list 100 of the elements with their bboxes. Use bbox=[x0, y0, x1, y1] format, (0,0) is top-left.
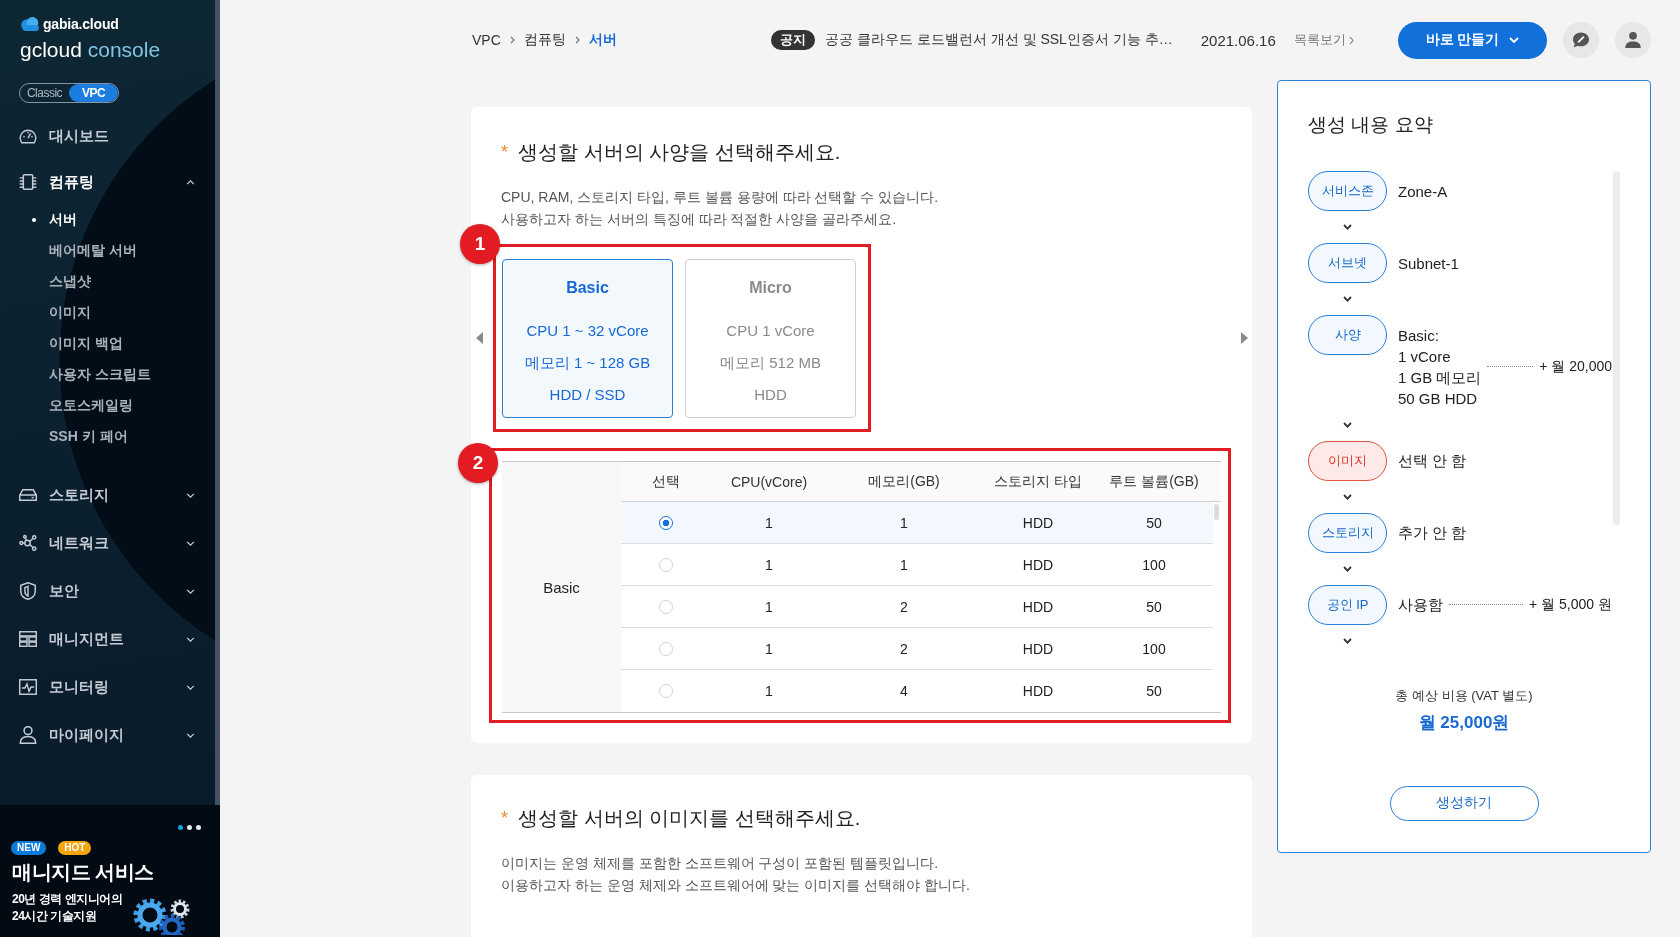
gauge-icon bbox=[19, 127, 37, 145]
table-cell-text: 2 bbox=[899, 640, 909, 657]
table-cell: Basic bbox=[502, 462, 621, 712]
chip-icon bbox=[19, 173, 37, 191]
step-value: 선택 안 함 bbox=[1398, 451, 1467, 471]
table-cell-text: 50 bbox=[1145, 598, 1163, 615]
sidebar-subitem[interactable]: 오토스케일링 bbox=[0, 390, 215, 421]
step-label[interactable]: 서비스존 bbox=[1308, 171, 1387, 211]
table-cell-text: 50 bbox=[1145, 514, 1163, 531]
server-rack-icon bbox=[19, 630, 37, 648]
total-cost-label: 총 예상 비용 (VAT 별도) bbox=[1395, 686, 1533, 705]
carousel-dot-icon[interactable] bbox=[178, 825, 183, 830]
hard-drive-icon bbox=[19, 486, 37, 504]
triangle-right-icon[interactable] bbox=[1241, 332, 1248, 344]
sidebar-subitem[interactable]: 스냅샷 bbox=[0, 266, 215, 297]
sidebar-item[interactable]: 스토리지 bbox=[0, 471, 215, 519]
table-cell-text: HDD bbox=[1021, 683, 1055, 699]
table-cell-text: HDD bbox=[1021, 556, 1055, 573]
sidebar-item[interactable]: 마이페이지 bbox=[0, 711, 215, 759]
table-cell-text: 100 bbox=[1141, 640, 1167, 657]
promo-tag: HOT bbox=[58, 841, 92, 855]
chevron-down-icon bbox=[1343, 565, 1352, 572]
section-title: 생성할 서버의 사양을 선택해주세요. bbox=[518, 140, 841, 164]
table-cell-text: HDD bbox=[1021, 640, 1055, 657]
breadcrumb-link[interactable]: 서버 bbox=[588, 31, 617, 49]
chevron-right-icon bbox=[574, 36, 580, 44]
table-cell-text: 50 bbox=[1145, 683, 1163, 699]
step-price: + 월 5,000 원 bbox=[1529, 595, 1612, 614]
step-value: Basic: 1 vCore 1 GB 메모리 50 GB HDD bbox=[1398, 325, 1482, 409]
plan-card[interactable]: Basic CPU 1 ~ 32 vCore 메모리 1 ~ 128 GB HDD / SSD bbox=[502, 259, 673, 418]
table-cell-text: 2 bbox=[899, 598, 909, 615]
chevron-down-icon bbox=[1343, 637, 1352, 644]
notice-date: 2021.06.16 bbox=[1200, 31, 1276, 49]
step-label[interactable]: 사양 bbox=[1308, 315, 1387, 355]
bullet-icon bbox=[32, 217, 36, 222]
person-icon bbox=[19, 726, 37, 744]
shield-icon bbox=[19, 582, 37, 600]
step-label[interactable]: 서브넷 bbox=[1308, 243, 1387, 283]
cloud-logo-icon bbox=[21, 17, 39, 31]
column-header: 루트 볼륨(GB) bbox=[1108, 472, 1200, 491]
table-cell-text: HDD bbox=[1021, 598, 1055, 615]
create-button[interactable]: 생성하기 bbox=[1389, 785, 1539, 821]
environment-tab[interactable]: Classic bbox=[20, 84, 69, 102]
section-title: 생성할 서버의 이미지를 선택해주세요. bbox=[518, 806, 861, 830]
table-row[interactable]: 1 2 HDD 50 bbox=[621, 586, 1213, 628]
brand-name: gabia.cloud bbox=[43, 16, 119, 32]
radio-button[interactable] bbox=[659, 515, 673, 530]
table-cell-text: 1 bbox=[764, 556, 774, 573]
pulse-monitor-icon bbox=[19, 678, 37, 696]
plan-card[interactable]: Micro CPU 1 vCore 메모리 512 MB HDD bbox=[685, 259, 856, 418]
breadcrumb-link[interactable]: 컴퓨팅 bbox=[523, 31, 566, 49]
sidebar-item[interactable]: 보안 bbox=[0, 567, 215, 615]
sidebar-item[interactable]: 모니터링 bbox=[0, 663, 215, 711]
table-row[interactable]: 1 2 HDD 100 bbox=[621, 628, 1213, 670]
chat-button[interactable] bbox=[1563, 22, 1599, 58]
table-cell-text: 1 bbox=[764, 514, 774, 531]
promo-text: 20년 경력 엔지니어의 24시간 기술지원 bbox=[12, 891, 122, 925]
network-icon bbox=[19, 534, 37, 552]
scrollbar-thumb[interactable] bbox=[215, 0, 220, 805]
sidebar-subitem[interactable]: 이미지 bbox=[0, 297, 215, 328]
chevron-down-icon bbox=[1343, 224, 1352, 230]
sidebar-subitem[interactable]: 베어메탈 서버 bbox=[0, 235, 215, 266]
promo-title: 매니지드 서비스 bbox=[12, 860, 154, 884]
chevron-right-icon bbox=[1348, 35, 1354, 45]
triangle-left-icon[interactable] bbox=[476, 332, 483, 344]
sidebar-item[interactable]: 네트워크 bbox=[0, 519, 215, 567]
carousel-dot-icon[interactable] bbox=[187, 825, 192, 830]
speech-bubble-icon bbox=[1573, 32, 1589, 48]
promo-banner[interactable]: NEW HOT 매니지드 서비스 20년 경력 엔지니어의 24시간 기술지원 bbox=[0, 805, 220, 937]
notice-link[interactable]: 공공 클라우드 로드밸런서 개선 및 SSL인증서 기능 추… bbox=[825, 31, 1173, 49]
chevron-down-icon bbox=[1343, 296, 1352, 302]
sidebar-item[interactable]: 컴퓨팅 bbox=[0, 160, 215, 204]
step-label[interactable]: 이미지 bbox=[1308, 440, 1387, 481]
breadcrumb-link[interactable]: VPC bbox=[472, 32, 501, 48]
quick-create-button[interactable]: 바로 만들기 bbox=[1398, 21, 1547, 59]
table-cell-text: 1 bbox=[764, 683, 774, 699]
environment-tab[interactable]: VPC bbox=[69, 84, 118, 102]
sidebar-subitem[interactable]: 이미지 백업 bbox=[0, 328, 215, 359]
step-price: + 월 20,000 bbox=[1539, 357, 1612, 376]
sidebar-item[interactable]: 대시보드 bbox=[0, 112, 215, 160]
notice-tag: 공지 bbox=[771, 30, 815, 50]
table-row[interactable]: 1 1 HDD 100 bbox=[621, 544, 1213, 586]
chevron-down-icon bbox=[1343, 493, 1352, 500]
column-header: 스토리지 타입 bbox=[993, 472, 1083, 491]
step-label[interactable]: 공인 IP bbox=[1308, 584, 1387, 625]
promo-tag: NEW bbox=[11, 841, 47, 855]
column-header: 메모리(GB) bbox=[867, 472, 941, 491]
column-header: CPU(vCore) bbox=[729, 473, 809, 490]
table-row[interactable]: 1 1 HDD 50 bbox=[621, 502, 1213, 544]
sidebar-item[interactable]: 매니지먼트 bbox=[0, 615, 215, 663]
carousel-dot-icon[interactable] bbox=[196, 825, 201, 830]
step-label[interactable]: 스토리지 bbox=[1308, 512, 1387, 553]
table-row[interactable]: 1 4 HDD 50 bbox=[621, 670, 1213, 712]
account-button[interactable] bbox=[1615, 22, 1651, 58]
sidebar-subitem[interactable]: 사용자 스크립트 bbox=[0, 359, 215, 390]
sidebar-subitem[interactable]: 서버 bbox=[0, 204, 215, 235]
section-description: CPU, RAM, 스토리지 타입, 루트 볼륨 용량에 따라 선택할 수 있습니다. 사용하고자 하는 서버의 특징에 따라 적절한 사양을 골라주세요. bbox=[500, 188, 940, 229]
sidebar-subitem[interactable]: SSH 키 페어 bbox=[0, 421, 215, 452]
scrollbar-thumb[interactable] bbox=[1214, 504, 1219, 520]
notice-list-link[interactable]: 목록보기 bbox=[1293, 31, 1354, 49]
